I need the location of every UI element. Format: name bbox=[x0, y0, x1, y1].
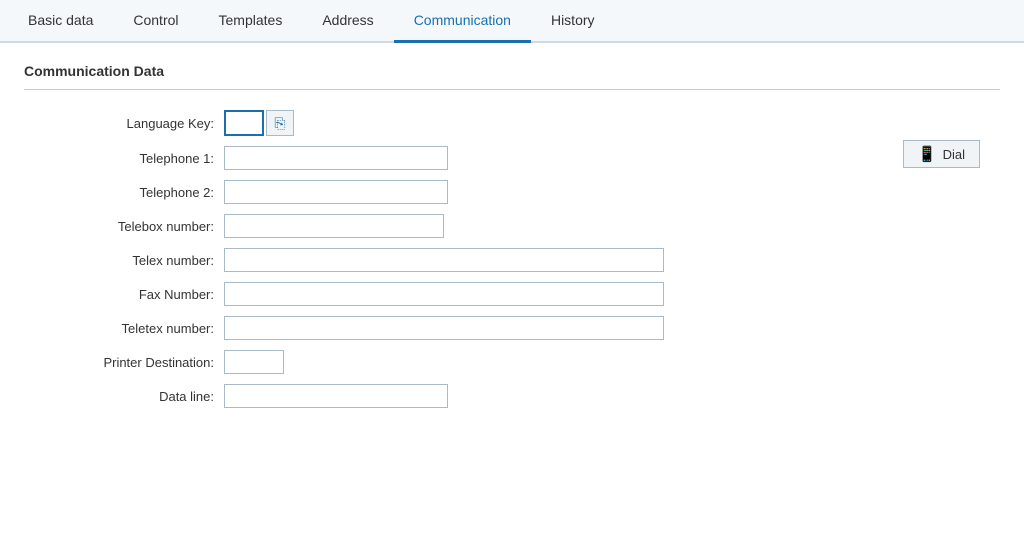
section-title: Communication Data bbox=[24, 63, 1000, 79]
telebox-input[interactable] bbox=[224, 214, 444, 238]
teletex-label: Teletex number: bbox=[24, 321, 224, 336]
tab-basic-data[interactable]: Basic data bbox=[8, 0, 113, 43]
fax-input[interactable] bbox=[224, 282, 664, 306]
telephone1-label: Telephone 1: bbox=[24, 151, 224, 166]
printer-row: Printer Destination: bbox=[24, 350, 1000, 374]
fax-label: Fax Number: bbox=[24, 287, 224, 302]
dial-button[interactable]: 📱 Dial bbox=[903, 140, 980, 168]
printer-input[interactable] bbox=[224, 350, 284, 374]
tab-control[interactable]: Control bbox=[113, 0, 198, 43]
telex-input[interactable] bbox=[224, 248, 664, 272]
teletex-input[interactable] bbox=[224, 316, 664, 340]
language-key-group: ⎘ bbox=[224, 110, 294, 136]
language-key-input[interactable] bbox=[224, 110, 264, 136]
printer-label: Printer Destination: bbox=[24, 355, 224, 370]
section-divider bbox=[24, 89, 1000, 90]
tab-address[interactable]: Address bbox=[302, 0, 393, 43]
language-key-row: Language Key: ⎘ bbox=[24, 110, 1000, 136]
main-content: Communication Data Language Key: ⎘ Telep… bbox=[0, 43, 1024, 438]
telephone1-row: Telephone 1: bbox=[24, 146, 1000, 170]
copy-icon: ⎘ bbox=[274, 115, 285, 132]
dial-button-label: Dial bbox=[943, 147, 965, 162]
tab-history[interactable]: History bbox=[531, 0, 615, 43]
telebox-label: Telebox number: bbox=[24, 219, 224, 234]
dial-area: 📱 Dial bbox=[903, 140, 980, 168]
telephone2-row: Telephone 2: bbox=[24, 180, 1000, 204]
telex-row: Telex number: bbox=[24, 248, 1000, 272]
telex-label: Telex number: bbox=[24, 253, 224, 268]
dataline-input[interactable] bbox=[224, 384, 448, 408]
language-key-label: Language Key: bbox=[24, 116, 224, 131]
telephone1-input[interactable] bbox=[224, 146, 448, 170]
tab-templates[interactable]: Templates bbox=[199, 0, 303, 43]
tab-communication[interactable]: Communication bbox=[394, 0, 531, 43]
telephone2-input[interactable] bbox=[224, 180, 448, 204]
tab-bar: Basic data Control Templates Address Com… bbox=[0, 0, 1024, 43]
telephone2-label: Telephone 2: bbox=[24, 185, 224, 200]
form-area: Language Key: ⎘ Telephone 1: Telephone 2… bbox=[24, 110, 1000, 408]
dataline-label: Data line: bbox=[24, 389, 224, 404]
dataline-row: Data line: bbox=[24, 384, 1000, 408]
telebox-row: Telebox number: bbox=[24, 214, 1000, 238]
language-key-copy-button[interactable]: ⎘ bbox=[266, 110, 294, 136]
fax-row: Fax Number: bbox=[24, 282, 1000, 306]
teletex-row: Teletex number: bbox=[24, 316, 1000, 340]
dial-icon: 📱 bbox=[918, 145, 937, 163]
